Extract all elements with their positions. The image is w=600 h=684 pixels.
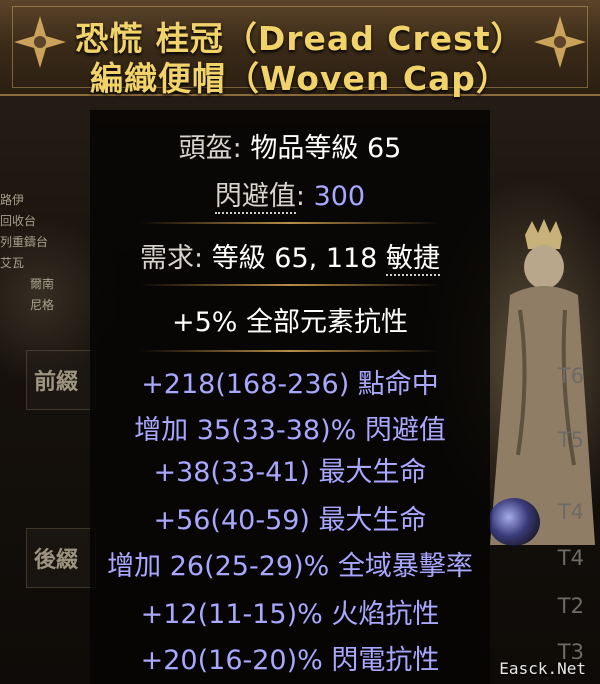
explicit-mod: +38(33-41) 最大生命 [153, 457, 427, 488]
explicit-mod: 增加 35(33-38)% 閃避值 [134, 415, 446, 446]
separator [140, 284, 440, 286]
separator [140, 350, 440, 352]
tooltip-header: 恐慌 桂冠（Dread Crest） 編織便帽（Woven Cap） [0, 0, 600, 98]
map-label: 列重鑄台 [0, 235, 49, 249]
map-label: 艾瓦 [0, 256, 25, 270]
explicit-mod: +218(168-236) 點命中 [141, 369, 439, 400]
requirement-dex: 敏捷 [385, 243, 440, 276]
explicit-mod: +12(11-15)% 火焰抗性 [140, 599, 440, 630]
map-label: 回收台 [0, 214, 37, 228]
requirement-values: 等級 65, 118 [211, 243, 378, 274]
separator [140, 222, 440, 224]
item-category: 頭盔 [178, 133, 233, 164]
map-label: 路伊 [0, 193, 25, 207]
evasion-line: 閃避值: 300 [214, 181, 366, 214]
watermark: Easck.Net [499, 659, 586, 678]
mod-tier: T2 [557, 594, 584, 618]
map-label: 爾南 [30, 277, 55, 291]
explicit-mod: 增加 26(25-29)% 全域暴擊率 [107, 551, 473, 582]
implicit-mod: +5% 全部元素抗性 [171, 307, 409, 338]
evasion-label: 閃避值 [214, 181, 296, 214]
explicit-mod: +20(16-20)% 閃電抗性 [140, 645, 440, 676]
item-level-label: 物品等級 [250, 133, 359, 164]
item-category-line: 頭盔: 物品等級 65 [178, 133, 402, 164]
minimap-labels: 路伊 回收台 列重鑄台 艾瓦 爾南 尼格 [0, 190, 80, 316]
prefix-label: 前綴 [34, 370, 79, 395]
evasion-value: 300 [313, 181, 366, 212]
explicit-mod: +56(40-59) 最大生命 [153, 505, 427, 536]
suffix-label: 後綴 [34, 548, 79, 573]
mod-tier: T6 [557, 364, 584, 388]
item-base-type: 編織便帽（Woven Cap） [90, 59, 510, 98]
mod-tier: T5 [557, 428, 584, 452]
gem-orb-icon [488, 498, 540, 546]
mod-tier: T4 [557, 500, 584, 524]
map-label: 尼格 [30, 298, 55, 312]
item-level: 65 [366, 133, 402, 164]
requirement-label: 需求 [140, 243, 195, 274]
requirement-line: 需求: 等級 65, 118 敏捷 [140, 243, 440, 276]
mod-tier: T4 [557, 546, 584, 570]
